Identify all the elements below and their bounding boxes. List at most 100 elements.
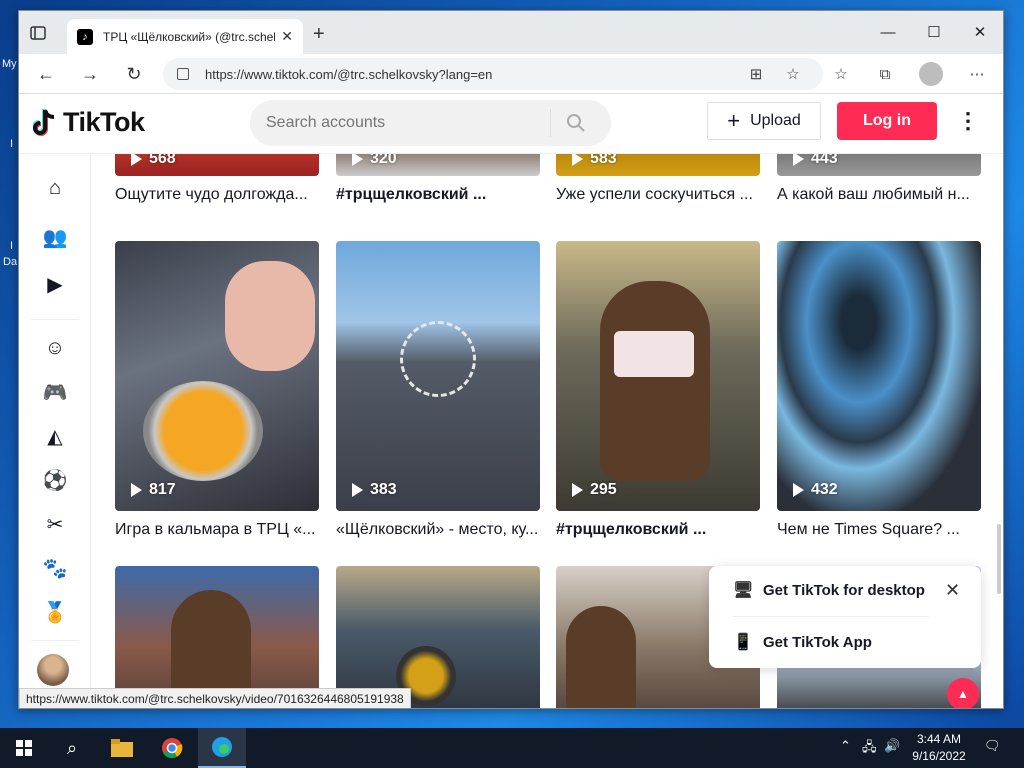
video-card[interactable]: 432 Чем не Times Square? ... — [777, 241, 981, 539]
search-icon[interactable]: ⌕ — [48, 728, 96, 768]
play-icon — [572, 152, 583, 166]
refresh-button[interactable]: ↻ — [121, 62, 147, 86]
desktop-monitor-icon: 🖥 — [733, 582, 754, 599]
page-scrollbar[interactable] — [997, 524, 1001, 594]
search-input[interactable] — [250, 114, 550, 132]
tiktok-page: TikTok + Upload Log in ⋮ ⌂ 👥 ▶ ☺ 🎮 — [19, 94, 1003, 708]
close-icon[interactable]: ✕ — [945, 580, 960, 601]
video-caption: #трцщелковский ... — [556, 521, 707, 538]
play-icon — [793, 483, 804, 497]
video-card[interactable]: 295 #трцщелковский ... — [556, 241, 760, 539]
video-card[interactable]: 383 «Щёлковский» - место, ку... — [336, 241, 540, 539]
mascot-shirt-image — [614, 331, 694, 377]
video-caption: А какой ваш любимый н... — [777, 186, 970, 203]
title-bar: ♪ ТРЦ «Щёлковский» (@trc.schelk ✕ + — ☐ … — [19, 11, 1003, 54]
mall-logo-image — [400, 321, 476, 397]
play-icon — [131, 483, 142, 497]
view-count: 383 — [352, 481, 397, 499]
video-caption: Чем не Times Square? ... — [777, 521, 960, 538]
clock[interactable]: 3:44 AM 9/16/2022 — [906, 731, 972, 765]
new-tab-button[interactable]: + — [313, 23, 325, 46]
close-window-button[interactable]: ✕ — [957, 17, 1003, 47]
play-icon — [352, 152, 363, 166]
search-icon[interactable] — [551, 113, 601, 133]
profile-avatar[interactable] — [919, 62, 943, 86]
chrome-icon[interactable] — [148, 728, 196, 768]
play-icon — [352, 483, 363, 497]
notification-icon[interactable]: 🗨 — [984, 738, 1001, 754]
add-favorite-icon[interactable]: ☆ — [783, 64, 803, 84]
video-card[interactable]: 817 Игра в кальмара в ТРЦ «... — [115, 241, 319, 539]
login-button[interactable]: Log in — [837, 102, 937, 140]
start-windows-icon[interactable] — [0, 728, 48, 768]
video-caption: Уже успели соскучиться ... — [556, 186, 753, 203]
sidebar: ⌂ 👥 ▶ ☺ 🎮 ◭ ⚽ ✂ 🐾 🏅 — [19, 154, 91, 708]
more-options-icon[interactable]: ⋮ — [957, 108, 979, 134]
maximize-button[interactable]: ☐ — [911, 17, 957, 47]
tiktok-header: TikTok + Upload Log in ⋮ — [19, 94, 1003, 154]
gaming-icon[interactable]: 🎮 — [41, 378, 69, 406]
sidebar-divider — [31, 319, 79, 320]
back-button[interactable]: ← — [33, 62, 59, 86]
file-explorer-icon[interactable] — [98, 728, 146, 768]
tab-actions-icon[interactable] — [29, 24, 47, 42]
video-thumbnail: 295 — [556, 241, 760, 511]
view-count: 817 — [131, 481, 176, 499]
tab-title: ТРЦ «Щёлковский» (@trc.schelk — [103, 29, 276, 44]
edge-icon[interactable] — [198, 728, 246, 768]
food-icon[interactable]: ◭ — [41, 422, 69, 450]
chevron-up-icon[interactable]: ⌃ — [840, 738, 851, 754]
tiktok-favicon-icon: ♪ — [77, 28, 93, 45]
address-bar: ← → ↻ https://www.tiktok.com/@trc.schelk… — [19, 54, 1003, 94]
collections-icon[interactable]: ⧉ — [875, 64, 895, 84]
status-url-tooltip: https://www.tiktok.com/@trc.schelkovsky/… — [19, 688, 411, 708]
popup-divider — [733, 616, 929, 617]
sidebar-divider — [31, 640, 79, 641]
scroll-to-top-button[interactable]: ▲ — [947, 678, 979, 708]
tiktok-logo[interactable]: TikTok — [32, 107, 145, 138]
animals-icon[interactable]: 🐾 — [41, 554, 69, 582]
sports-icon[interactable]: ⚽ — [41, 466, 69, 494]
hand-image — [225, 261, 315, 371]
play-icon — [793, 152, 804, 166]
browser-tab[interactable]: ♪ ТРЦ «Щёлковский» (@trc.schelk ✕ — [67, 19, 303, 54]
tiktok-note-icon — [32, 108, 59, 138]
tab-close-icon[interactable]: ✕ — [281, 28, 293, 45]
upload-button[interactable]: + Upload — [707, 102, 821, 140]
network-icon[interactable]: 🖧 — [862, 738, 877, 760]
get-desktop-link[interactable]: 🖥 Get TikTok for desktop — [733, 580, 925, 600]
desktop-label: I — [10, 138, 14, 150]
upload-label: Upload — [750, 112, 801, 129]
beauty-icon[interactable]: ✂ — [41, 510, 69, 538]
bear-mascot-image — [600, 281, 710, 481]
video-caption: Игра в кальмара в ТРЦ «... — [115, 521, 316, 538]
app-available-icon[interactable]: ⊞ — [746, 64, 766, 84]
desktop-label: I — [10, 240, 14, 252]
play-icon — [572, 483, 583, 497]
home-icon[interactable]: ⌂ — [41, 174, 69, 202]
forward-button[interactable]: → — [77, 62, 103, 86]
live-icon[interactable]: ▶ — [41, 270, 69, 298]
lock-icon — [177, 68, 189, 80]
comedy-icon[interactable]: ☺ — [41, 334, 69, 362]
taskbar: ⌕ ⌃ 🖧 🔊 3:44 AM 9/16/2022 🗨 — [0, 728, 1024, 768]
candy-tin-image — [143, 381, 263, 481]
volume-icon[interactable]: 🔊 — [884, 738, 900, 754]
desktop-label: My — [2, 58, 17, 70]
get-app-link[interactable]: 📱 Get TikTok App — [733, 632, 872, 652]
url-field[interactable]: https://www.tiktok.com/@trc.schelkovsky?… — [163, 58, 823, 90]
play-icon — [131, 152, 142, 166]
following-icon[interactable]: 👥 — [41, 223, 69, 251]
settings-more-icon[interactable]: ⋯ — [967, 64, 987, 84]
video-thumbnail: 432 — [777, 241, 981, 511]
user-avatar[interactable] — [37, 654, 69, 686]
achievement-icon[interactable]: 🏅 — [41, 598, 69, 626]
view-count: 295 — [572, 481, 617, 499]
minimize-button[interactable]: — — [865, 17, 911, 47]
video-caption: #трцщелковский ... — [336, 186, 487, 203]
clock-time: 3:44 AM — [916, 732, 962, 746]
video-caption: «Щёлковский» - место, ку... — [336, 521, 539, 538]
bear-mascot-image — [566, 606, 636, 708]
desktop-label: Da — [3, 256, 18, 268]
favorites-icon[interactable]: ☆ — [831, 64, 851, 84]
